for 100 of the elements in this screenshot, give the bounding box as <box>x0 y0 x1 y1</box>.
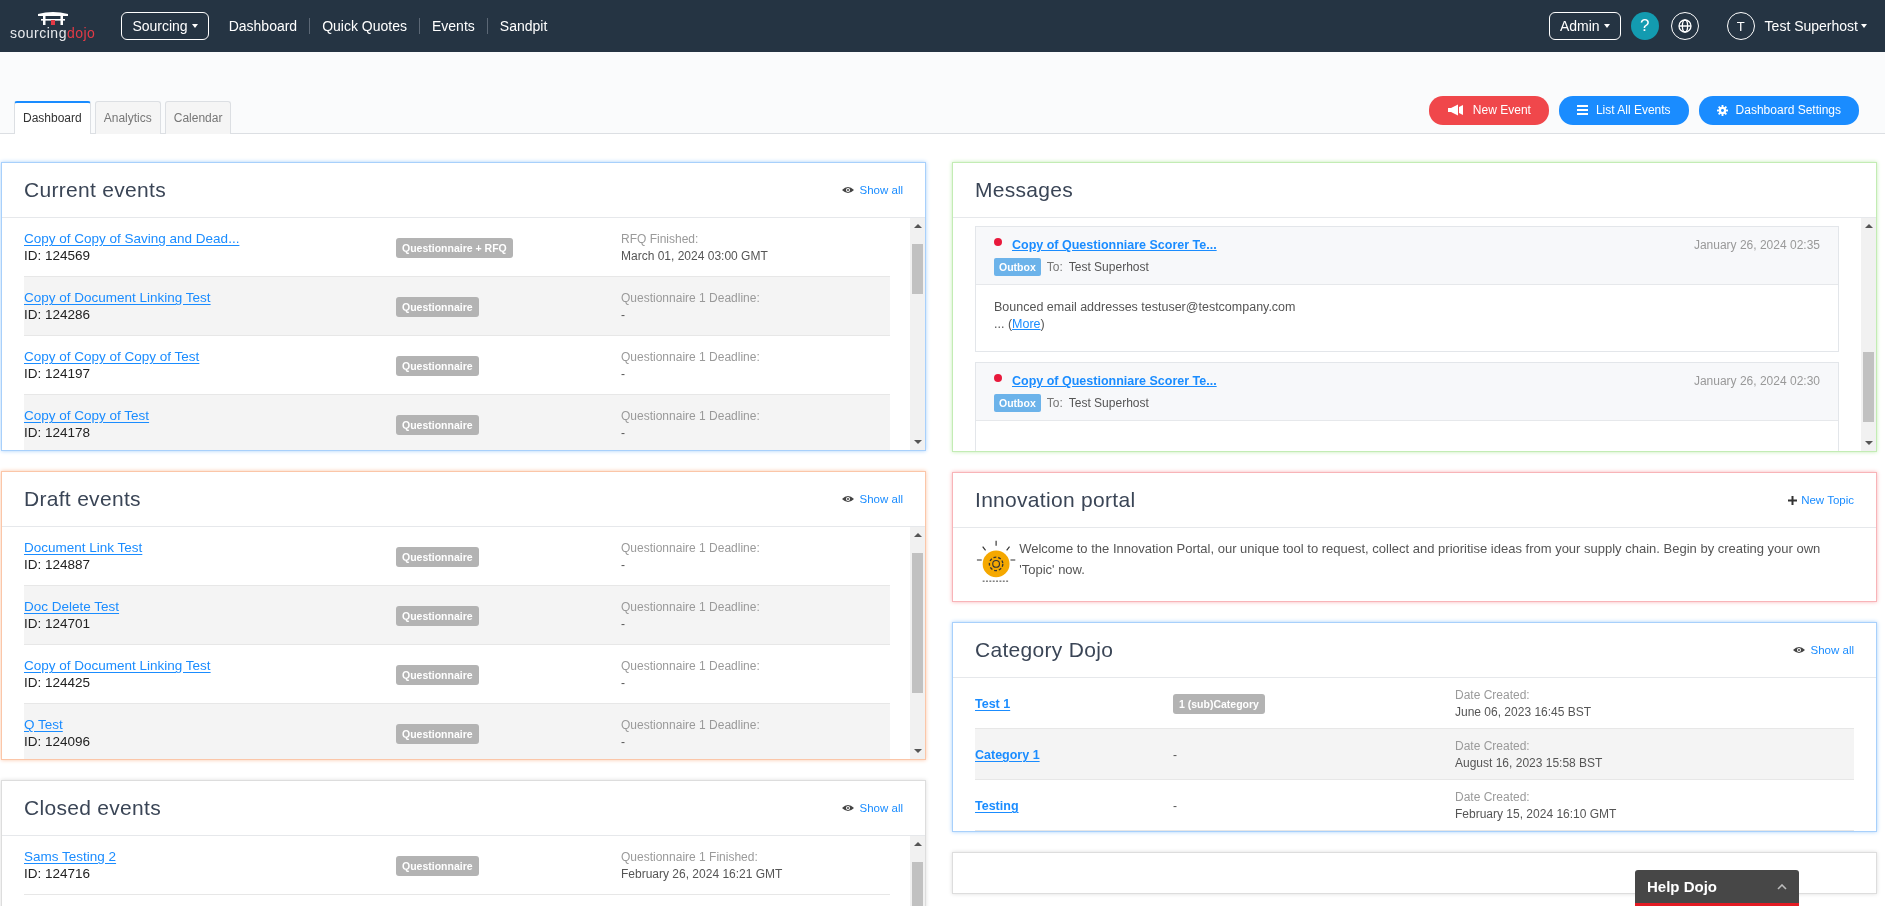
admin-menu-button[interactable]: Admin <box>1548 12 1621 40</box>
panel-title: Category Dojo <box>975 638 1115 662</box>
list-events-button[interactable]: List All Events <box>1558 95 1689 125</box>
eye-icon <box>841 495 854 503</box>
date-label: Questionnaire 1 Deadline: <box>621 717 761 732</box>
tab[interactable]: Dashboard <box>14 101 91 134</box>
event-type-tag: Questionnaire <box>396 724 479 744</box>
folder-tag: Outbox <box>994 394 1041 412</box>
eye-icon <box>1792 646 1805 654</box>
eye-icon <box>841 804 854 812</box>
message-date: January 26, 2024 02:30 <box>1693 374 1820 388</box>
sourcing-menu-button[interactable]: Sourcing <box>121 12 209 40</box>
event-type-tag: Questionnaire <box>396 415 479 435</box>
message-body: Bounced email addresses testuser@testcompany.com ... (More) <box>994 300 1296 331</box>
date-value: - <box>621 675 626 690</box>
date-value: - <box>621 425 626 440</box>
date-value: August 16, 2023 15:58 BST <box>1455 755 1604 770</box>
nav-link[interactable]: Dashboard <box>216 18 310 34</box>
event-type-tag: Questionnaire <box>396 606 479 626</box>
category-count: - <box>1173 748 1177 762</box>
category-count-tag: 1 (sub)Category <box>1173 694 1265 714</box>
nav-link[interactable]: Sandpit <box>486 18 560 34</box>
show-all-link[interactable]: Show all <box>841 802 903 814</box>
eye-icon <box>841 186 854 194</box>
new-topic-link[interactable]: New Topic <box>1788 494 1854 506</box>
event-link[interactable]: Copy of Copy of Copy of Test <box>24 349 200 364</box>
date-value: February 15, 2024 16:10 GMT <box>1455 806 1618 821</box>
date-label: Questionnaire 1 Deadline: <box>621 658 761 673</box>
event-id: ID: 124096 <box>24 734 92 749</box>
date-value: - <box>621 366 626 381</box>
message-link[interactable]: Copy of Questionniare Scorer Te... <box>1012 374 1217 388</box>
event-link[interactable]: Document Link Test <box>24 540 143 555</box>
show-all-link[interactable]: Show all <box>841 184 903 196</box>
nav-link[interactable]: Quick Quotes <box>309 18 419 34</box>
date-label: RFQ Finished: <box>621 231 700 246</box>
lightbulb-gear-icon <box>975 538 1018 584</box>
date-label: Questionnaire 1 Deadline: <box>621 599 761 614</box>
list-icon <box>1576 105 1588 115</box>
settings-button[interactable]: Dashboard Settings <box>1698 95 1859 125</box>
help-widget[interactable]: Help Dojo <box>1635 870 1799 906</box>
help-button[interactable]: ? <box>1630 12 1659 40</box>
recipient: Test Superhost <box>1068 396 1149 410</box>
event-link[interactable]: Copy of Copy of Saving and Dead... <box>24 231 240 246</box>
more-link[interactable]: More <box>1012 317 1041 331</box>
event-link[interactable]: Copy of Document Linking Test <box>24 658 211 673</box>
tab[interactable]: Analytics <box>94 101 161 134</box>
panel-title: Draft events <box>24 487 142 511</box>
recipient: Test Superhost <box>1068 260 1149 274</box>
date-value: February 26, 2024 16:21 GMT <box>621 866 784 881</box>
date-label: Date Created: <box>1455 789 1531 804</box>
event-id: ID: 124178 <box>24 425 92 440</box>
date-value: - <box>621 557 626 572</box>
folder-tag: Outbox <box>994 258 1041 276</box>
message-date: January 26, 2024 02:35 <box>1693 238 1820 252</box>
event-id: ID: 124425 <box>24 675 92 690</box>
date-value: March 01, 2024 03:00 GMT <box>621 248 769 263</box>
date-value: - <box>621 307 626 322</box>
category-count: - <box>1173 799 1177 813</box>
event-link[interactable]: Doc Delete Test <box>24 599 120 614</box>
chevron-up-icon <box>1777 883 1787 890</box>
event-link[interactable]: Q Test <box>24 717 63 732</box>
date-value: June 06, 2023 16:45 BST <box>1455 704 1593 719</box>
event-id: ID: 124701 <box>24 616 92 631</box>
category-link[interactable]: Test 1 <box>975 697 1011 711</box>
scrollbar[interactable] <box>1861 218 1876 451</box>
panel-title: Messages <box>975 178 1075 202</box>
event-link[interactable]: Sams Testing 2 <box>24 849 117 864</box>
event-type-tag: Questionnaire <box>396 856 479 876</box>
scrollbar[interactable] <box>910 218 925 450</box>
date-label: Questionnaire 1 Deadline: <box>621 408 761 423</box>
event-type-tag: Questionnaire <box>396 356 479 376</box>
event-id: ID: 124286 <box>24 307 92 322</box>
tab[interactable]: Calendar <box>164 101 232 134</box>
event-type-tag: Questionnaire <box>396 665 479 685</box>
date-label: Questionnaire 1 Finished: <box>621 849 759 864</box>
date-label: Date Created: <box>1455 687 1531 702</box>
date-value: - <box>621 734 626 749</box>
panel-title: Closed events <box>24 796 162 820</box>
to-label: To: <box>1046 396 1063 410</box>
date-label: Questionnaire 1 Deadline: <box>621 540 761 555</box>
event-type-tag: Questionnaire + RFQ <box>396 238 513 258</box>
show-all-link[interactable]: Show all <box>841 493 903 505</box>
event-link[interactable]: Copy of Document Linking Test <box>24 290 211 305</box>
user-menu[interactable]: Test Superhost <box>1764 18 1867 34</box>
event-id: ID: 124887 <box>24 557 92 572</box>
category-link[interactable]: Testing <box>975 799 1019 813</box>
to-label: To: <box>1046 260 1063 274</box>
event-link[interactable]: Copy of Copy of Test <box>24 408 150 423</box>
date-label: Questionnaire 1 Deadline: <box>621 349 761 364</box>
date-label: Questionnaire 1 Deadline: <box>621 290 761 305</box>
event-id: ID: 124569 <box>24 248 92 263</box>
message-link[interactable]: Copy of Questionniare Scorer Te... <box>1012 238 1217 252</box>
new-event-button[interactable]: New Event <box>1428 95 1549 125</box>
category-link[interactable]: Category 1 <box>975 748 1040 762</box>
nav-link[interactable]: Events <box>419 18 487 34</box>
show-all-link[interactable]: Show all <box>1792 644 1854 656</box>
gear-icon <box>1716 104 1728 116</box>
scrollbar[interactable] <box>910 527 925 759</box>
panel-title: Current events <box>24 178 167 202</box>
innovation-text: Welcome to the Innovation Portal, our unique tool to request, collect and prioritise ideas from your supply chain. Begin by creating your own 'Topic' now. <box>1019 540 1822 579</box>
